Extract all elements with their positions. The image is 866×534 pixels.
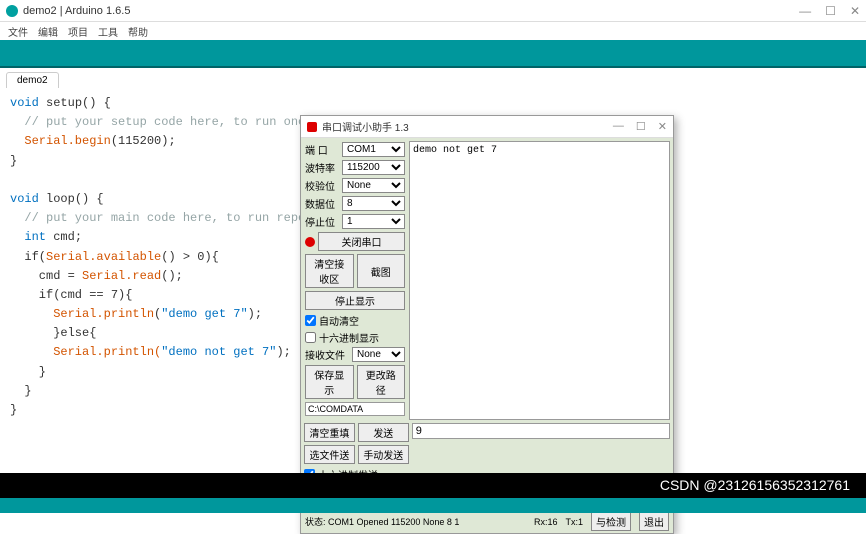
parity-select[interactable]: None (342, 178, 405, 193)
maximize-button[interactable]: ☐ (825, 4, 836, 18)
minimize-button[interactable]: — (799, 4, 811, 18)
send-button[interactable]: 发送 (358, 423, 409, 442)
stopbits-select[interactable]: 1 (342, 214, 405, 229)
hex-disp-check[interactable] (305, 332, 316, 343)
status-text: 状态: COM1 Opened 115200 None 8 1 (305, 515, 526, 528)
menu-edit[interactable]: 编辑 (38, 24, 58, 39)
path-text: C:\COMDATA (305, 402, 405, 416)
menu-tools[interactable]: 工具 (98, 24, 118, 39)
recvfmt-label: 接收文件 (305, 347, 349, 362)
hex-disp-label: 十六进制显示 (319, 330, 379, 345)
arduino-icon (6, 5, 18, 17)
save-disp-button[interactable]: 保存显示 (305, 365, 354, 399)
dialog-minimize[interactable]: — (613, 120, 624, 133)
databits-select[interactable]: 8 (342, 196, 405, 211)
status-dot-icon (305, 237, 315, 247)
databits-label: 数据位 (305, 196, 339, 211)
change-path-button[interactable]: 更改路径 (357, 365, 406, 399)
baud-label: 波特率 (305, 160, 339, 175)
watermark: CSDN @231261563523127​61 (654, 475, 856, 495)
auto-clear-label: 自动清空 (319, 313, 359, 328)
auto-clear-check[interactable] (305, 315, 316, 326)
serial-dialog: 串口调试小助手 1.3 — ☐ ✕ 端 口COM1 波特率115200 校验位N… (300, 115, 674, 534)
stop-display-button[interactable]: 停止显示 (305, 291, 405, 310)
receive-area[interactable]: demo not get 7 (409, 141, 670, 420)
stopbits-label: 停止位 (305, 214, 339, 229)
window-title: demo2 | Arduino 1.6.5 (23, 5, 799, 17)
test-button[interactable]: 与检测 (591, 512, 631, 531)
clear-recv-button[interactable]: 清空接收区 (305, 254, 354, 288)
baud-select[interactable]: 115200 (342, 160, 405, 175)
screenshot-button[interactable]: 截图 (357, 254, 406, 288)
window-titlebar: demo2 | Arduino 1.6.5 — ☐ ✕ (0, 0, 866, 22)
menu-sketch[interactable]: 项目 (68, 24, 88, 39)
status-bar (0, 498, 866, 513)
port-select[interactable]: COM1 (342, 142, 405, 157)
recvfmt-select[interactable]: None (352, 347, 405, 362)
manual-send-button[interactable]: 手动发送 (358, 445, 409, 464)
close-port-button[interactable]: 关闭串口 (318, 232, 405, 251)
dialog-close[interactable]: ✕ (658, 120, 667, 133)
send-input[interactable]: 9 (412, 423, 670, 439)
toolbar (0, 40, 866, 68)
parity-label: 校验位 (305, 178, 339, 193)
menubar: 文件 编辑 项目 工具 帮助 (0, 22, 866, 40)
dialog-titlebar[interactable]: 串口调试小助手 1.3 — ☐ ✕ (301, 116, 673, 138)
dialog-icon (307, 122, 317, 132)
close-button[interactable]: ✕ (850, 4, 860, 18)
exit-button[interactable]: 退出 (639, 512, 669, 531)
menu-file[interactable]: 文件 (8, 24, 28, 39)
dialog-title: 串口调试小助手 1.3 (322, 119, 613, 134)
tabbar: demo2 (0, 68, 866, 88)
file-send-button[interactable]: 选文件送 (304, 445, 355, 464)
menu-help[interactable]: 帮助 (128, 24, 148, 39)
rx-count: Rx:16 (534, 517, 558, 527)
dialog-maximize[interactable]: ☐ (636, 120, 646, 133)
tx-count: Tx:1 (565, 517, 583, 527)
port-label: 端 口 (305, 142, 339, 157)
tab-sketch[interactable]: demo2 (6, 72, 59, 88)
clear-send-button[interactable]: 清空重填 (304, 423, 355, 442)
